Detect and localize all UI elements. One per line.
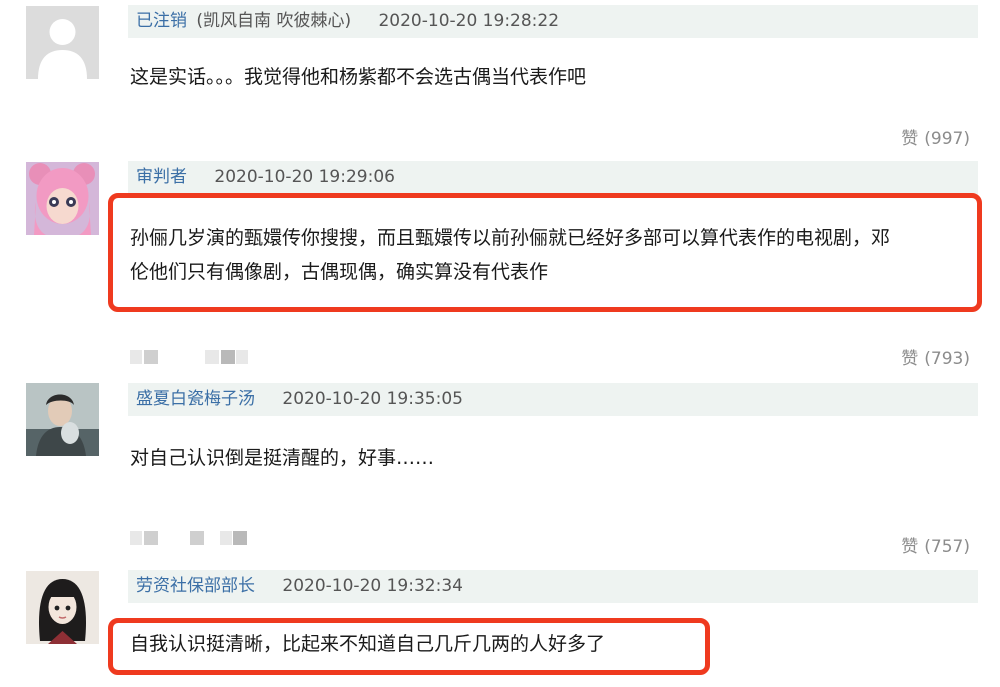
comment-header: 盛夏白瓷梅子汤 2020-10-20 19:35:05 (128, 383, 978, 416)
avatar-pink-hair[interactable] (26, 162, 99, 235)
timestamp: 2020-10-20 19:28:22 (378, 11, 560, 31)
avatar-girl-drawing[interactable] (26, 571, 99, 644)
default-avatar-icon[interactable] (26, 6, 99, 79)
avatar-man-portrait[interactable] (26, 383, 99, 456)
comment-text: 对自己认识倒是挺清醒的，好事…… (130, 447, 435, 469)
user-tag: (凯风自南 吹彼棘心) (196, 11, 352, 31)
username-link[interactable]: 劳资社保部部长 (136, 576, 255, 596)
timestamp: 2020-10-20 19:29:06 (214, 167, 395, 187)
username-link[interactable]: 盛夏白瓷梅子汤 (136, 389, 255, 409)
like-button[interactable]: 赞 (757) (901, 532, 970, 557)
timestamp: 2020-10-20 19:32:34 (282, 576, 463, 596)
comment-text: 自我认识挺清晰，比起来不知道自己几斤几两的人好多了 (130, 633, 606, 655)
comment-header: 已注销 (凯风自南 吹彼棘心) 2020-10-20 19:28:22 (128, 5, 978, 38)
like-button[interactable]: 赞 (997) (901, 124, 970, 149)
username-link[interactable]: 已注销 (136, 11, 187, 31)
comment-header: 劳资社保部部长 2020-10-20 19:32:34 (128, 570, 978, 603)
timestamp: 2020-10-20 19:35:05 (282, 389, 463, 409)
username-link[interactable]: 审判者 (136, 167, 187, 187)
comment-text: 孙俪几岁演的甄嬛传你搜搜，而且甄嬛传以前孙俪就已经好多部可以算代表作的电视剧，邓… (130, 227, 891, 283)
comment-text: 这是实话。。。我觉得他和杨紫都不会选古偶当代表作吧 (130, 66, 587, 88)
comment-header: 审判者 2020-10-20 19:29:06 (128, 161, 978, 194)
like-button[interactable]: 赞 (793) (901, 344, 970, 369)
